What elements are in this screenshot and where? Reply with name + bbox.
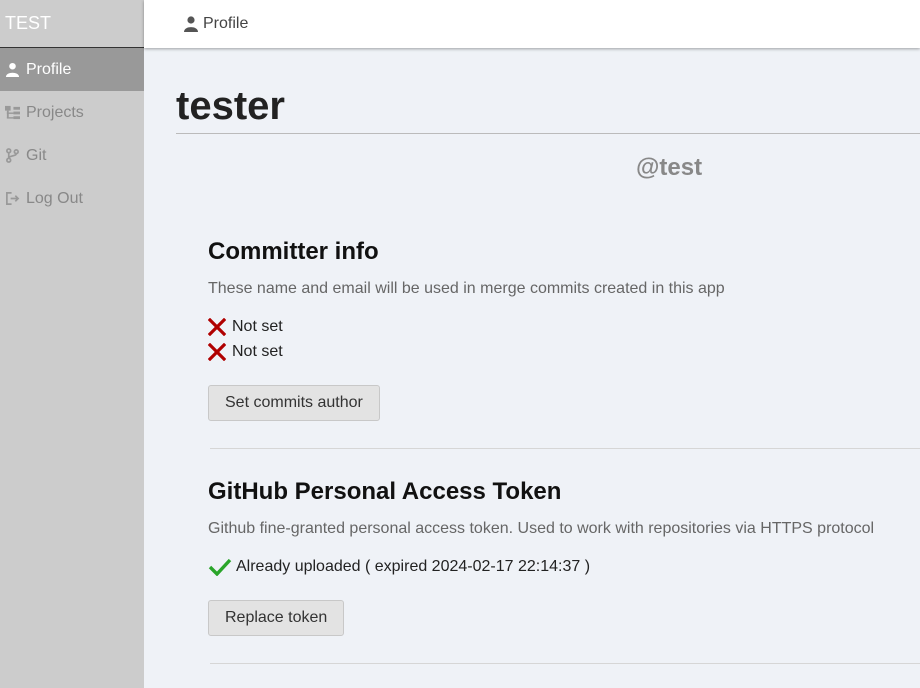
sidebar-item-projects[interactable]: Projects [0, 91, 144, 134]
user-icon [184, 16, 198, 32]
github-token-section: GitHub Personal Access Token Github fine… [208, 476, 920, 664]
user-handle: @test [636, 154, 703, 181]
divider [210, 448, 920, 449]
status-text: Not set [232, 342, 283, 360]
section-description: These name and email will be used in mer… [208, 280, 725, 297]
section-title: GitHub Personal Access Token [208, 478, 562, 505]
divider [210, 663, 920, 664]
sidebar: TEST Profile Projects Git Log Out [0, 0, 144, 688]
app-brand: TEST [0, 0, 144, 48]
set-commits-author-button[interactable]: Set commits author [208, 385, 380, 421]
section-title: Committer info [208, 238, 379, 265]
git-branch-icon [4, 148, 20, 164]
section-description: Github fine-granted personal access toke… [208, 520, 875, 537]
status-text: Already uploaded ( expired 2024-02-17 22… [236, 557, 591, 575]
sidebar-item-label: Git [26, 146, 47, 164]
token-status: Already uploaded ( expired 2024-02-17 22… [208, 554, 920, 579]
main-content: tester @test Committer info These name a… [176, 48, 920, 664]
committer-info-section: Committer info These name and email will… [208, 236, 920, 449]
sidebar-item-git[interactable]: Git [0, 134, 144, 177]
top-bar: Profile [144, 0, 920, 48]
committer-email-status: Not set [208, 339, 920, 364]
sidebar-item-label: Log Out [26, 189, 83, 207]
sidebar-item-label: Profile [26, 60, 72, 78]
logout-icon [4, 191, 20, 207]
sidebar-item-logout[interactable]: Log Out [0, 177, 144, 220]
cross-icon [208, 317, 228, 337]
replace-token-button[interactable]: Replace token [208, 600, 345, 636]
status-text: Not set [232, 317, 283, 335]
cross-icon [208, 342, 228, 362]
page-title: tester [176, 48, 920, 134]
checkmark-icon [208, 557, 232, 577]
sidebar-item-label: Projects [26, 103, 84, 121]
sidebar-item-profile[interactable]: Profile [0, 48, 144, 91]
projects-icon [4, 105, 20, 121]
breadcrumb[interactable]: Profile [203, 15, 248, 33]
committer-name-status: Not set [208, 314, 920, 339]
user-icon [4, 62, 20, 78]
